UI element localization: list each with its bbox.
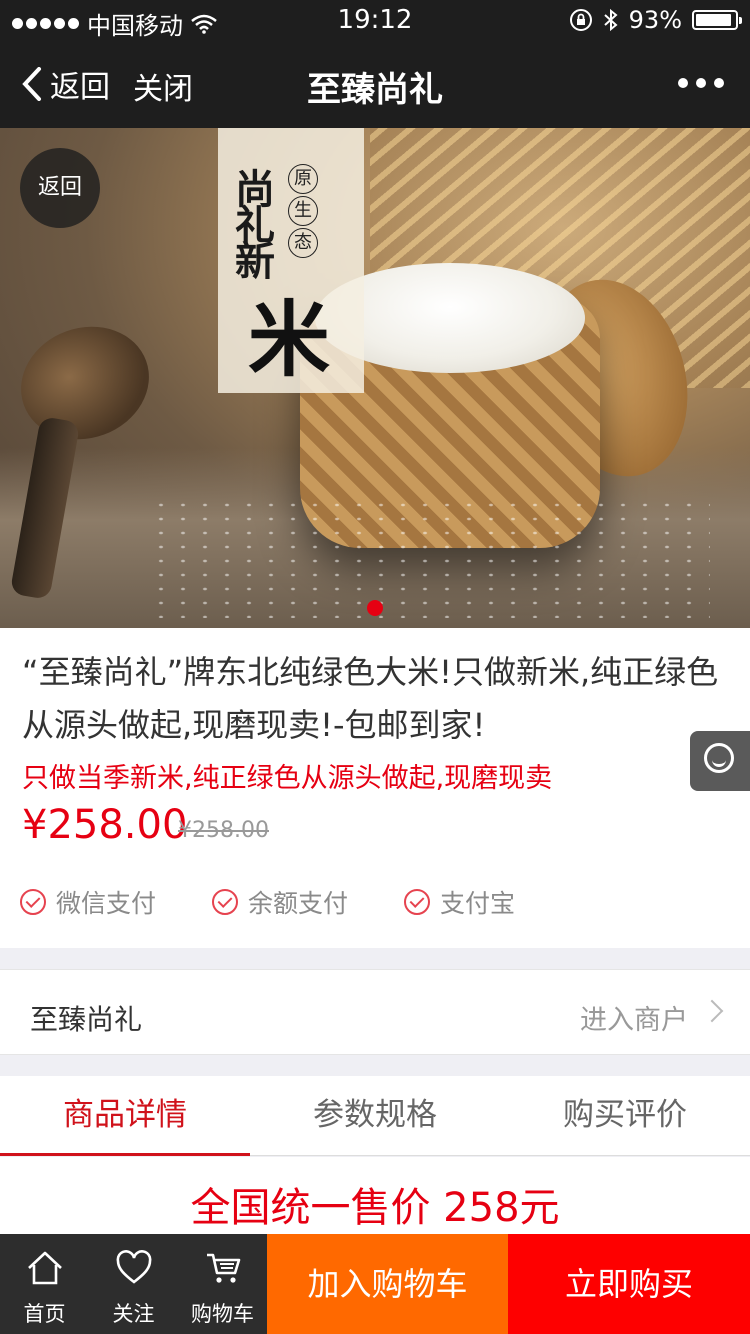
carousel-indicator[interactable] [367, 600, 383, 616]
chevron-left-icon [22, 67, 41, 101]
payment-label: 支付宝 [440, 889, 516, 918]
check-circle-icon [20, 889, 46, 915]
home-label: 首页 [23, 1302, 66, 1326]
wooden-spoon [5, 309, 165, 457]
buy-now-button[interactable]: 立即购买 [508, 1234, 750, 1334]
shop-row[interactable]: 至臻尚礼 进入商户 [0, 969, 750, 1055]
bottom-action-bar: 首页 关注 购物车 加入购物车 立即购买 [0, 1234, 750, 1334]
bluetooth-icon [603, 8, 618, 32]
product-title: “至臻尚礼”牌东北纯绿色大米!只做新米,纯正绿色从源头做起,现磨现卖!-包邮到家… [22, 653, 719, 744]
cart-icon [207, 1253, 241, 1283]
detail-tabs: 商品详情 参数规格 购买评价 [0, 1076, 750, 1156]
product-price: ¥258.00 [22, 802, 188, 848]
payment-wechat: 微信支付 [20, 884, 156, 920]
nav-bar: 返回 关闭 至臻尚礼 [0, 40, 750, 128]
bottom-icon-group: 首页 关注 购物车 [0, 1234, 267, 1334]
tab-specifications[interactable]: 参数规格 [250, 1076, 500, 1155]
more-dots-icon[interactable] [678, 78, 724, 88]
customer-service-button[interactable] [690, 731, 750, 791]
detail-headline: 全国统一售价 258元 [190, 1185, 560, 1231]
cart-label: 购物车 [191, 1302, 254, 1326]
payment-balance: 余额支付 [212, 884, 348, 920]
page-title: 至臻尚礼 [307, 70, 443, 110]
scattered-rice [150, 498, 710, 618]
cart-button[interactable]: 购物车 [178, 1234, 267, 1334]
tab-reviews[interactable]: 购买评价 [500, 1076, 750, 1155]
chevron-right-icon [700, 999, 724, 1023]
check-circle-icon [212, 889, 239, 915]
seal-char-1: 原 [288, 164, 318, 194]
add-to-cart-button[interactable]: 加入购物车 [267, 1234, 508, 1334]
seal-char-3: 态 [288, 228, 318, 258]
follow-button[interactable]: 关注 [89, 1234, 178, 1334]
battery-icon [692, 10, 742, 30]
payment-label: 微信支付 [56, 889, 157, 918]
status-bar: 中国移动 19:12 93% [0, 0, 750, 40]
calligraphy-banner: 尚礼新 原 生 态 米 [218, 128, 364, 393]
enter-shop-label: 进入商户 [580, 1005, 688, 1036]
home-icon [28, 1251, 62, 1285]
home-button[interactable]: 首页 [0, 1234, 89, 1334]
seal-char-2: 生 [288, 196, 318, 226]
heart-icon [116, 1250, 152, 1284]
banner-seal: 原 生 态 [288, 164, 318, 258]
product-subtitle: 只做当季新米,纯正绿色从源头做起,现磨现卖 [22, 763, 553, 794]
banner-vertical-text: 尚礼新 [228, 168, 275, 276]
payment-alipay: 支付宝 [404, 884, 515, 920]
original-price: ¥258.00 [178, 818, 269, 843]
nav-close-button[interactable]: 关闭 [133, 64, 193, 108]
detail-content: 全国统一售价 258元 [0, 1157, 750, 1237]
floating-back-button[interactable]: 返回 [20, 148, 100, 228]
battery-fill [696, 14, 731, 26]
product-hero-image[interactable]: 尚礼新 原 生 态 米 返回 [0, 128, 750, 628]
tab-product-detail[interactable]: 商品详情 [0, 1076, 250, 1156]
payment-methods: 微信支付 余额支付 支付宝 [20, 884, 571, 920]
shop-name: 至臻尚礼 [30, 1003, 143, 1036]
battery-percent: 93% [628, 6, 682, 34]
status-right: 93% [569, 6, 742, 34]
banner-big-char: 米 [248, 292, 331, 388]
nav-back-label: 返回 [50, 70, 110, 105]
follow-label: 关注 [112, 1302, 155, 1326]
check-circle-icon [404, 889, 431, 915]
product-info: “至臻尚礼”牌东北纯绿色大米!只做新米,纯正绿色从源头做起,现磨现卖!-包邮到家… [0, 628, 750, 948]
nav-back-button[interactable]: 返回 [22, 62, 110, 106]
rotation-lock-icon [569, 9, 592, 31]
payment-label: 余额支付 [248, 889, 349, 918]
